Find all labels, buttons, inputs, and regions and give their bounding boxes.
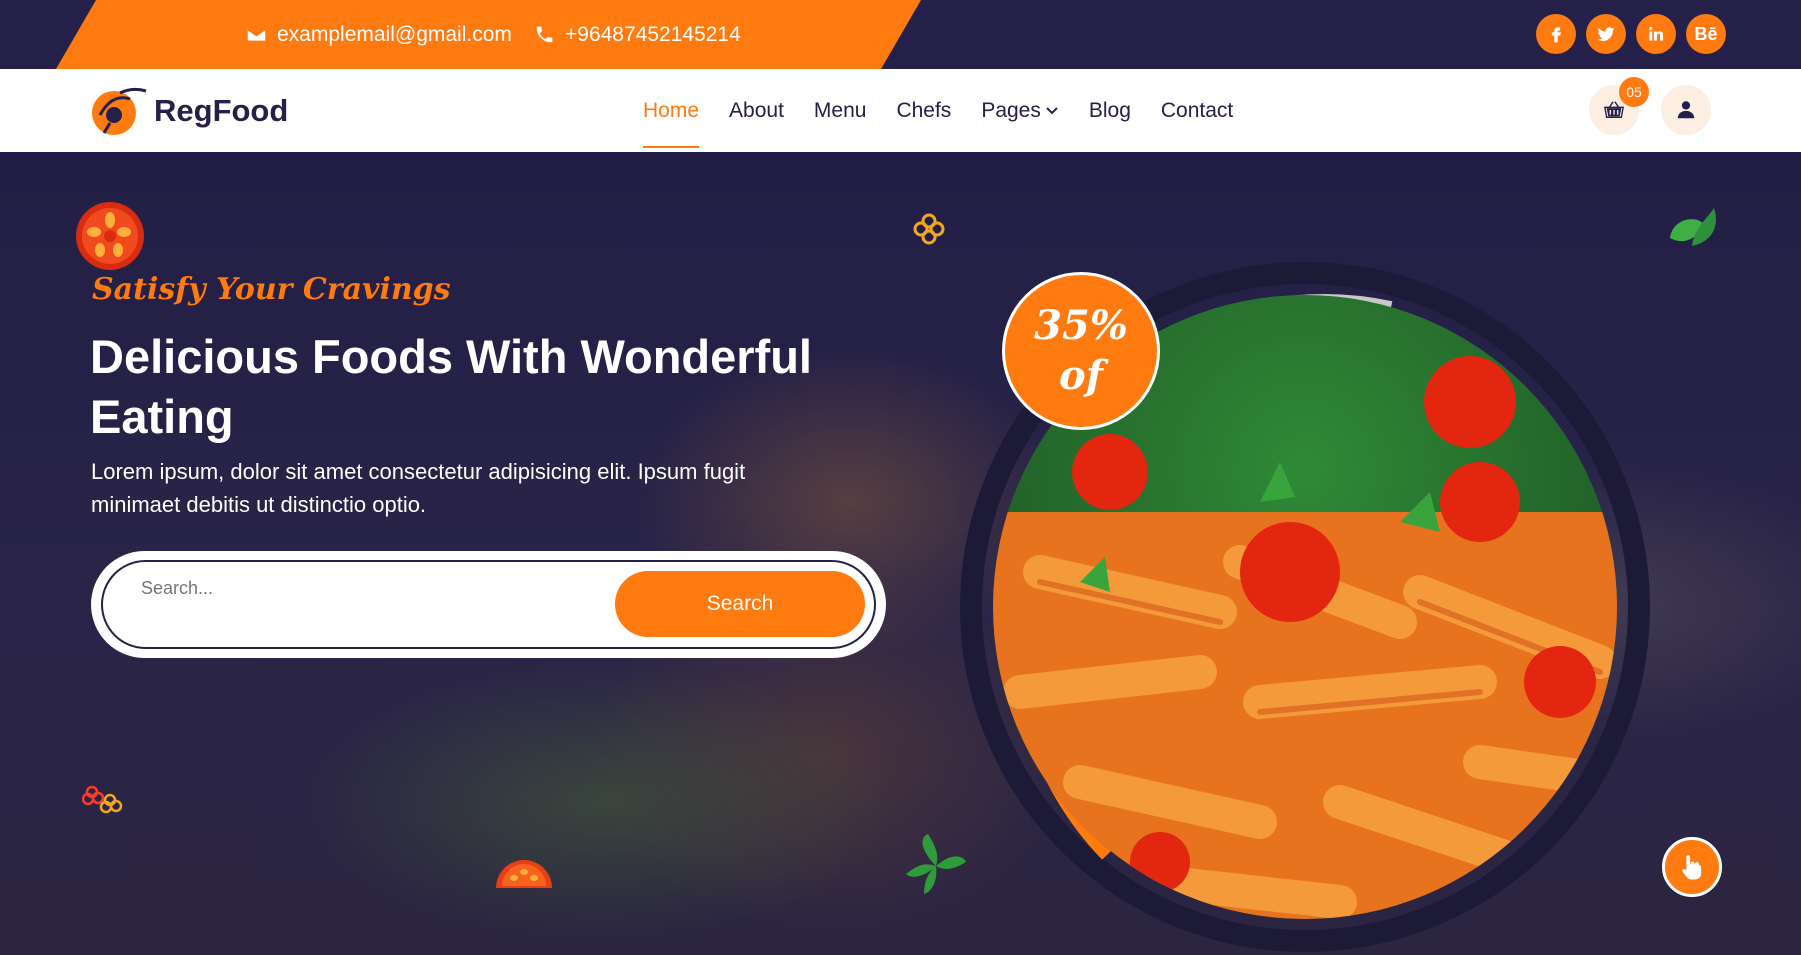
top-bar: examplemail@gmail.com +96487452145214 Bē [0, 0, 1801, 69]
pointer-hand-button[interactable] [1662, 837, 1722, 897]
hand-pointer-icon [1682, 855, 1702, 880]
nav-home-label: Home [643, 98, 700, 122]
nav-contact-label: Contact [1160, 98, 1234, 122]
chevron-down-icon [1046, 106, 1058, 114]
phone-icon [536, 26, 553, 43]
behance-icon[interactable]: Bē [1686, 14, 1726, 54]
hero-section: Satisfy Your Cravings Delicious Foods Wi… [0, 152, 1801, 955]
nav-menu-label: Menu [813, 98, 867, 122]
nav-pages[interactable]: Pages [981, 69, 1059, 152]
user-icon [1677, 101, 1695, 119]
logo-icon [90, 85, 148, 137]
social-links: Bē [1536, 14, 1726, 54]
main-nav: Home About Menu Chefs Pages Blog Contact [643, 69, 1233, 152]
search-button-label: Search [706, 592, 774, 615]
envelope-icon [247, 28, 266, 41]
discount-badge: 35% of [1002, 272, 1160, 430]
cart-button[interactable]: 05 [1589, 77, 1649, 135]
main-navbar: RegFood Home About Menu Chefs Pages Blog… [0, 69, 1801, 152]
account-button[interactable] [1661, 85, 1711, 135]
nav-blog[interactable]: Blog [1089, 69, 1131, 152]
header-actions: 05 [1589, 77, 1711, 135]
search-box: Search [91, 551, 886, 658]
behance-label: Bē [1694, 23, 1718, 44]
nav-contact[interactable]: Contact [1161, 69, 1233, 152]
nav-chefs-label: Chefs [896, 98, 952, 122]
nav-blog-label: Blog [1088, 98, 1131, 122]
brand-name: RegFood [154, 93, 289, 128]
nav-chefs[interactable]: Chefs [896, 69, 951, 152]
nav-about-label: About [729, 98, 784, 122]
email-contact[interactable]: examplemail@gmail.com [246, 0, 512, 69]
nav-pages-label: Pages [981, 98, 1041, 122]
brand-logo[interactable]: RegFood [90, 85, 288, 137]
nav-about[interactable]: About [729, 69, 784, 152]
leaf-decoration-icon [1670, 208, 1716, 246]
hero-description: Lorem ipsum, dolor sit amet consectetur … [91, 459, 746, 517]
phone-contact[interactable]: +96487452145214 [534, 0, 741, 69]
cart-count-badge: 05 [1619, 77, 1649, 107]
facebook-icon[interactable] [1536, 14, 1576, 54]
email-text: examplemail@gmail.com [277, 22, 512, 46]
nav-menu[interactable]: Menu [814, 69, 867, 152]
flower-decoration-icon [913, 213, 945, 245]
flowers-decoration-icon [82, 785, 123, 814]
tomato-decoration-icon [76, 202, 144, 270]
discount-suffix: of [1059, 352, 1103, 399]
tomato-slice-decoration-icon [496, 860, 552, 888]
basket-icon [1604, 101, 1624, 119]
search-button[interactable]: Search [615, 571, 865, 637]
phone-text: +96487452145214 [565, 22, 741, 46]
discount-value: 35% [1034, 302, 1128, 349]
twitter-icon[interactable] [1586, 14, 1626, 54]
linkedin-icon[interactable] [1636, 14, 1676, 54]
hero-title: Delicious Foods With Wonderful Eating [90, 330, 812, 443]
hero-subtitle: Satisfy Your Cravings [92, 272, 451, 307]
search-input[interactable] [141, 578, 561, 599]
nav-home[interactable]: Home [643, 69, 700, 152]
